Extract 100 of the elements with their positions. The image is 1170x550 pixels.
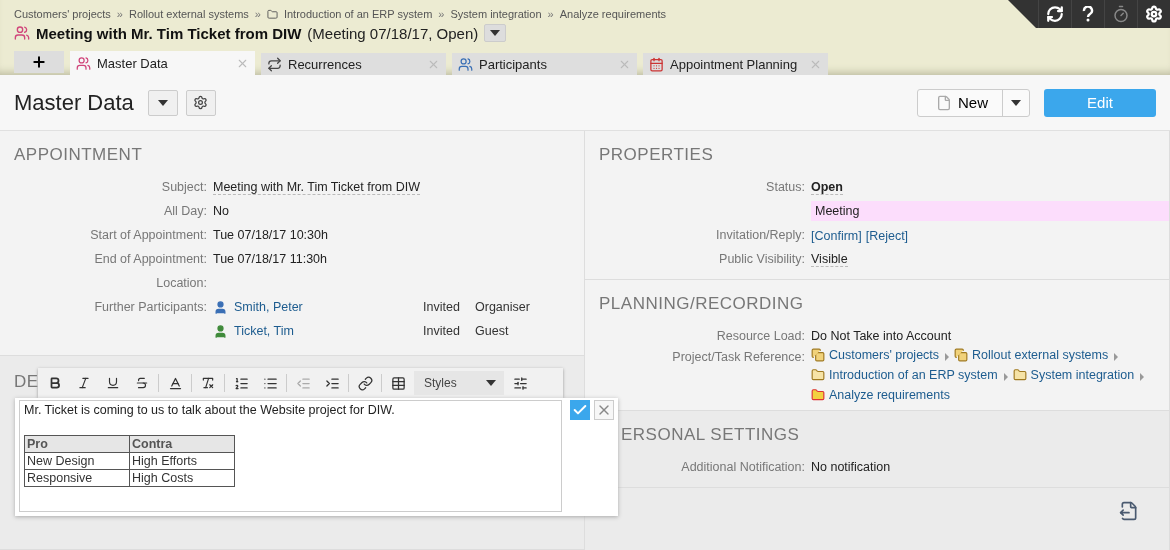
document-icon [936, 94, 952, 111]
field-label: Further Participants: [93, 300, 207, 314]
reference-link[interactable]: Introduction of an ERP system [829, 368, 998, 382]
folder-icon [811, 368, 825, 382]
table-cell: High Efforts [129, 452, 235, 470]
underline-icon [106, 376, 120, 390]
table-header: Contra [129, 435, 235, 453]
folder-icon [266, 8, 278, 20]
field-value: Open [811, 179, 843, 195]
new-button[interactable]: New [918, 89, 1003, 116]
field-label: All Day: [162, 204, 207, 218]
field-label: Additional Notification: [680, 460, 805, 474]
strikethrough-icon [135, 376, 149, 390]
tab[interactable]: Appointment Planning [643, 53, 828, 75]
breadcrumb-link[interactable]: Introduction of an ERP system [283, 8, 433, 20]
outdent-icon [295, 375, 311, 391]
refresh-icon [1046, 5, 1064, 23]
field-label: Status: [765, 180, 805, 194]
record-subtitle: (Meeting 07/18/17, Open) [307, 24, 479, 42]
participant-role: Organiser [475, 300, 531, 314]
plus-icon [31, 54, 47, 70]
bullet-list-icon [262, 375, 278, 391]
folder-icon [1012, 368, 1027, 382]
record-title: Meeting with Mr. Tim Ticket from DIW [36, 24, 302, 42]
breadcrumb-link[interactable]: System integration [450, 8, 542, 20]
field-value: Visible [811, 251, 848, 267]
export-icon[interactable] [1119, 500, 1139, 521]
recurrence-icon [267, 56, 282, 72]
reference-link[interactable]: Rollout external systems [972, 348, 1109, 362]
table-cell: New Design [24, 452, 130, 470]
section-heading: ERSONAL SETTINGS [620, 425, 800, 445]
editor-text: Mr. Ticket is coming to us to talk about the Website project for DIW. [24, 403, 396, 417]
tab[interactable]: Master Data [70, 51, 255, 75]
section-heading: DE [13, 372, 39, 392]
tab[interactable]: Recurrences [261, 53, 446, 75]
help-icon [1082, 6, 1094, 22]
participant-link[interactable]: Smith, Peter [234, 300, 303, 314]
settings-icon [193, 95, 209, 110]
stopwatch-icon [1112, 5, 1130, 23]
participant-status: Invited [423, 324, 461, 338]
reference-link[interactable]: System integration [1030, 368, 1135, 382]
stacked-folders-icon [954, 348, 969, 362]
reference-link[interactable]: Customers' projects [829, 348, 940, 362]
field-label: Public Visibility: [718, 252, 805, 266]
section-heading: PLANNING/RECORDING [598, 294, 804, 314]
table-cell: Responsive [24, 469, 130, 487]
reply-link[interactable]: [Reject] [865, 228, 909, 243]
reply-link[interactable]: [Confirm] [811, 228, 862, 243]
section-heading: APPOINTMENT [13, 145, 143, 165]
breadcrumb-link[interactable]: Rollout external systems [129, 8, 249, 20]
field-value: Meeting with Mr. Tim Ticket from DIW [213, 179, 420, 195]
breadcrumb-link[interactable]: Analyze requirements [559, 8, 667, 20]
cancel-button[interactable] [594, 400, 614, 420]
reference-link[interactable]: Analyze requirements [829, 388, 950, 402]
caret-icon [157, 99, 168, 106]
breadcrumb-link[interactable]: Customers' projects [14, 8, 111, 20]
table-icon [390, 375, 406, 391]
stacked-folders-icon [811, 348, 825, 362]
breadcrumb-separator: » [547, 8, 554, 20]
field-label: Start of Appointment: [89, 228, 207, 242]
separator-arrow [1140, 373, 1145, 381]
task-folder-icon [811, 388, 825, 402]
breadcrumb-separator: » [116, 8, 123, 20]
text-color-icon [167, 375, 183, 391]
dropdown-button[interactable] [484, 24, 507, 42]
caret-icon [1011, 99, 1021, 106]
field-label: End of Appointment: [93, 252, 207, 266]
field-value: No [213, 204, 229, 218]
category-value: Meeting [811, 201, 1169, 221]
breadcrumb-separator: » [438, 8, 445, 20]
field-value: Do Not Take into Account [811, 329, 952, 343]
settings-icon [1145, 5, 1163, 23]
separator-arrow [1114, 353, 1119, 361]
table-cell: High Costs [129, 469, 235, 487]
editor-area[interactable]: Mr. Ticket is coming to us to talk about the Website project for DIW. Pro Contra New Design High Efforts Responsive High Costs [19, 400, 562, 512]
tab[interactable]: Participants [452, 53, 637, 75]
caret-icon [486, 380, 496, 386]
save-button[interactable] [570, 400, 590, 420]
field-value: Tue 07/18/17 11:30h [213, 252, 327, 266]
bold-icon [48, 376, 62, 390]
table-header: Pro [24, 435, 130, 453]
styles-dropdown[interactable]: Styles [414, 371, 504, 395]
participant-role: Guest [475, 324, 510, 338]
meeting-icon [14, 25, 30, 41]
page-title: Master Data [14, 89, 134, 116]
calendar-icon [649, 56, 664, 72]
indent-icon [324, 375, 340, 391]
field-label: Location: [155, 276, 207, 290]
add-tab-button[interactable] [14, 51, 64, 73]
dropdown-button[interactable] [147, 89, 178, 116]
breadcrumb-separator: » [254, 8, 261, 20]
separator-arrow [1003, 373, 1008, 381]
field-label: Subject: [160, 180, 207, 194]
link-icon [357, 375, 373, 391]
clear-format-icon [201, 376, 215, 390]
participant-link[interactable]: Ticket, Tim [234, 324, 294, 338]
separator-arrow [945, 353, 950, 361]
participant-status: Invited [423, 300, 461, 314]
field-label: Resource Load: [715, 329, 805, 343]
field-label: Project/Task Reference: [671, 349, 805, 364]
